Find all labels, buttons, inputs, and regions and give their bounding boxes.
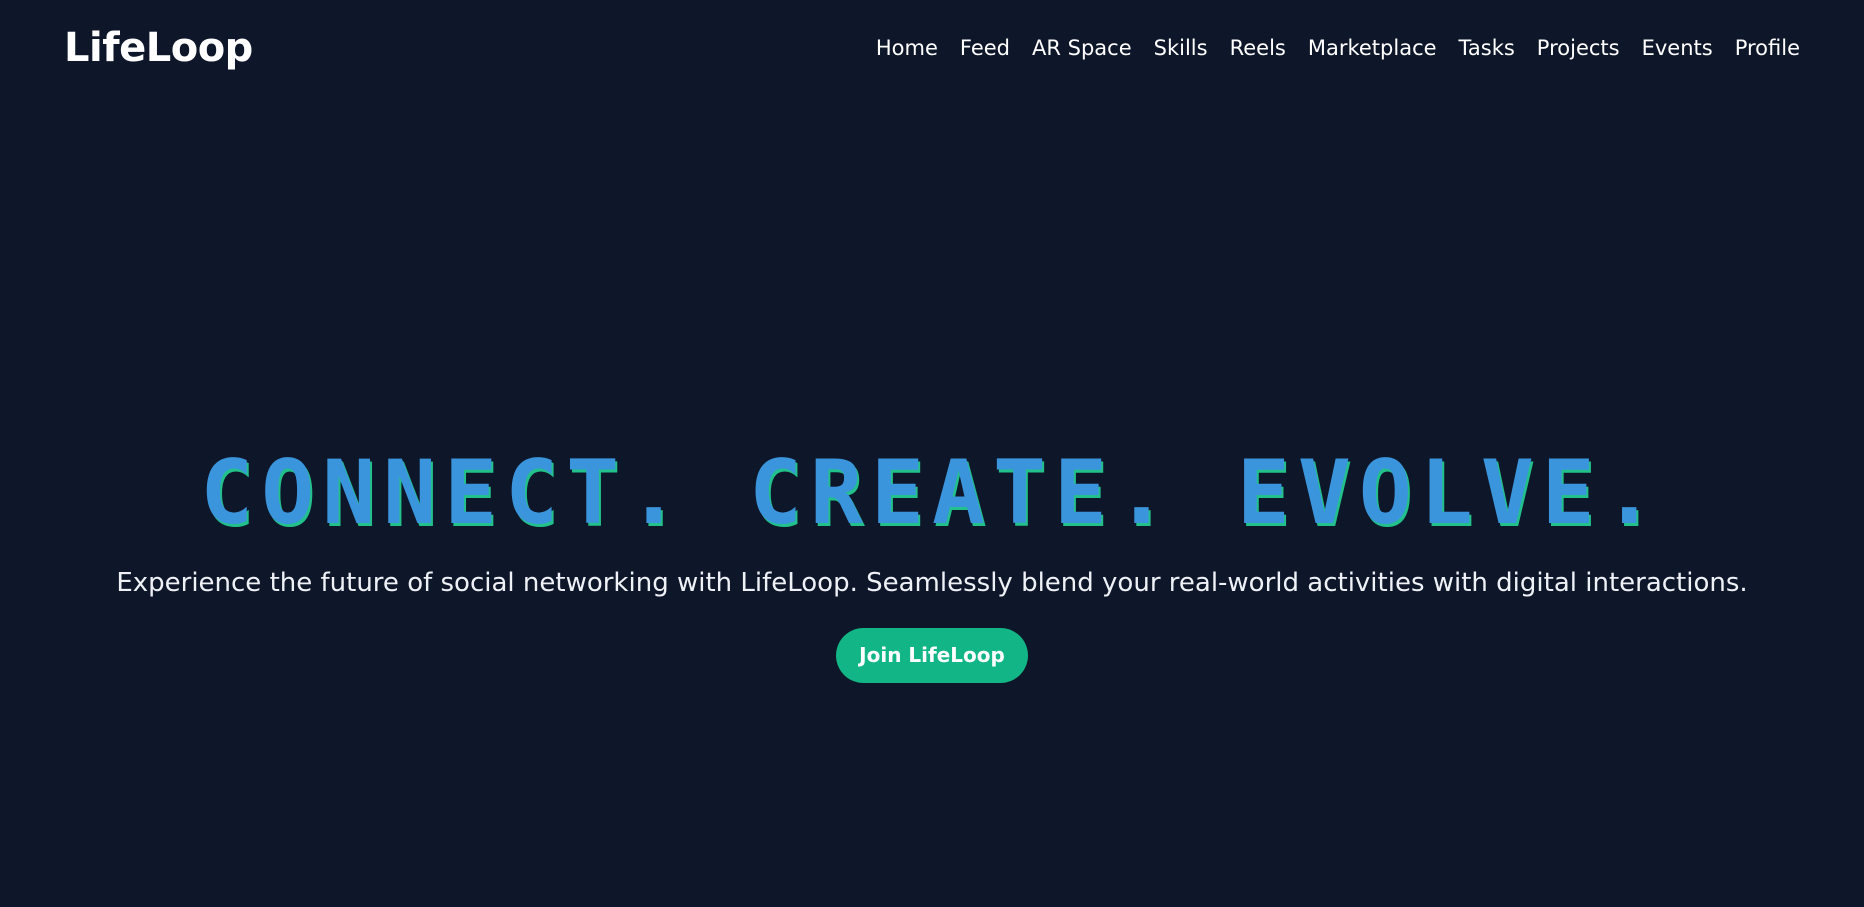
nav-link-tasks[interactable]: Tasks [1459,36,1515,60]
nav-link-skills[interactable]: Skills [1154,36,1208,60]
nav-item-marketplace: Marketplace [1308,36,1437,60]
nav-link-ar-space[interactable]: AR Space [1032,36,1132,60]
nav-item-reels: Reels [1230,36,1286,60]
nav-link-reels[interactable]: Reels [1230,36,1286,60]
nav-item-feed: Feed [960,36,1010,60]
nav-link-events[interactable]: Events [1642,36,1713,60]
nav-link-home[interactable]: Home [876,36,938,60]
nav-item-profile: Profile [1735,36,1800,60]
top-navbar: LifeLoop Home Feed AR Space Skills Reels… [0,0,1864,96]
join-lifeloop-button[interactable]: Join LifeLoop [836,627,1028,683]
nav-link-feed[interactable]: Feed [960,36,1010,60]
nav-link-marketplace[interactable]: Marketplace [1308,36,1437,60]
nav-link-profile[interactable]: Profile [1735,36,1800,60]
nav-item-ar-space: AR Space [1032,36,1132,60]
hero-section: CONNECT. CREATE. EVOLVE. Experience the … [0,440,1864,683]
hero-subtitle: Experience the future of social networki… [116,567,1748,598]
hero-title: CONNECT. CREATE. EVOLVE. [200,441,1664,544]
nav-item-tasks: Tasks [1459,36,1515,60]
nav-links: Home Feed AR Space Skills Reels Marketpl… [876,36,1800,60]
site-logo[interactable]: LifeLoop [64,25,253,71]
nav-item-events: Events [1642,36,1713,60]
nav-item-skills: Skills [1154,36,1208,60]
nav-link-projects[interactable]: Projects [1537,36,1620,60]
nav-item-home: Home [876,36,938,60]
nav-item-projects: Projects [1537,36,1620,60]
